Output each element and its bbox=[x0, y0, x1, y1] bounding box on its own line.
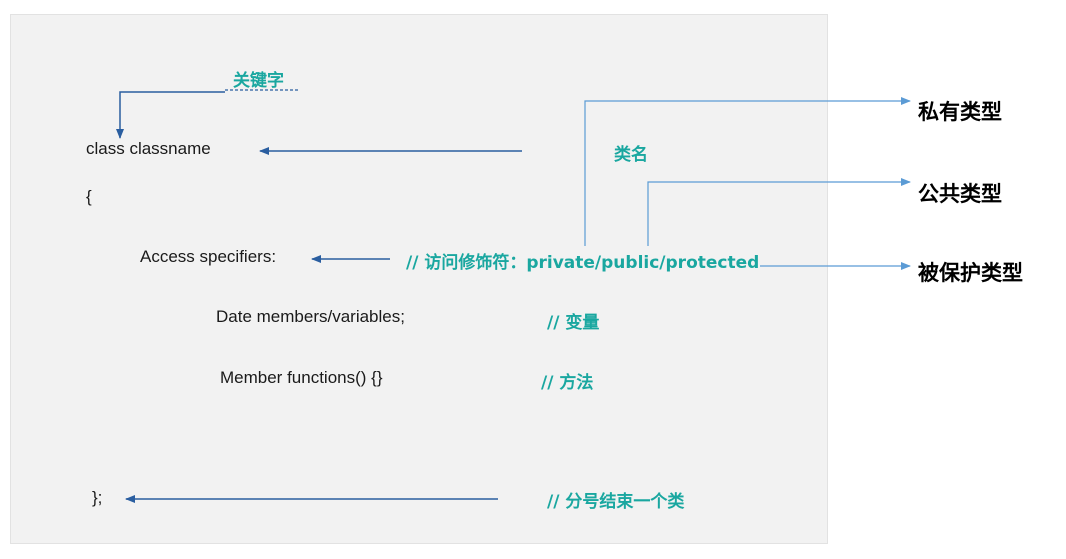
keyword-arrow bbox=[116, 91, 225, 139]
connector-arrows bbox=[116, 89, 911, 503]
private-connector bbox=[584, 97, 911, 246]
public-connector bbox=[647, 178, 911, 246]
